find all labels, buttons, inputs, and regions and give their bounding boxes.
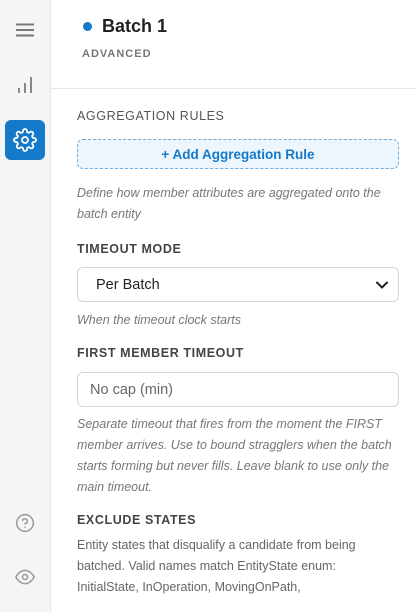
- exclude-states-heading: EXCLUDE STATES: [77, 513, 197, 527]
- bar-chart-icon: [18, 77, 32, 93]
- settings-button[interactable]: [5, 120, 45, 160]
- menu-button[interactable]: [5, 10, 45, 50]
- exclude-states-description: Entity states that disqualify a candidat…: [77, 538, 356, 594]
- status-dot: [83, 22, 92, 31]
- help-button[interactable]: [5, 503, 45, 543]
- chart-button[interactable]: [5, 65, 45, 105]
- page-title: Batch 1: [102, 16, 168, 36]
- hamburger-menu-icon: [16, 23, 34, 37]
- side-rail: [0, 0, 51, 612]
- aggregation-rules-hint: Define how member attributes are aggrega…: [77, 186, 381, 221]
- timeout-mode-select[interactable]: Per Batch: [77, 267, 399, 302]
- help-circle-icon: [15, 513, 35, 533]
- panel-header: Batch 1 ADVANCED: [51, 0, 416, 89]
- aggregation-rules-heading: AGGREGATION RULES: [77, 109, 225, 123]
- timeout-mode-hint: When the timeout clock starts: [77, 313, 241, 327]
- timeout-mode-value: Per Batch: [96, 276, 160, 293]
- panel-body: AGGREGATION RULES + Add Aggregation Rule…: [77, 108, 399, 598]
- first-member-timeout-input[interactable]: [77, 372, 399, 407]
- gear-icon: [13, 128, 37, 152]
- view-button[interactable]: [5, 557, 45, 597]
- add-aggregation-rule-button[interactable]: + Add Aggregation Rule: [77, 139, 399, 169]
- first-member-timeout-heading: FIRST MEMBER TIMEOUT: [77, 346, 244, 360]
- chevron-down-icon: [376, 281, 388, 288]
- timeout-mode-heading: TIMEOUT MODE: [77, 242, 182, 256]
- properties-panel: Batch 1 ADVANCED AGGREGATION RULES + Add…: [51, 0, 416, 612]
- page-subtitle: ADVANCED: [82, 48, 152, 60]
- first-member-timeout-hint: Separate timeout that fires from the mom…: [77, 417, 392, 494]
- eye-icon: [15, 569, 35, 585]
